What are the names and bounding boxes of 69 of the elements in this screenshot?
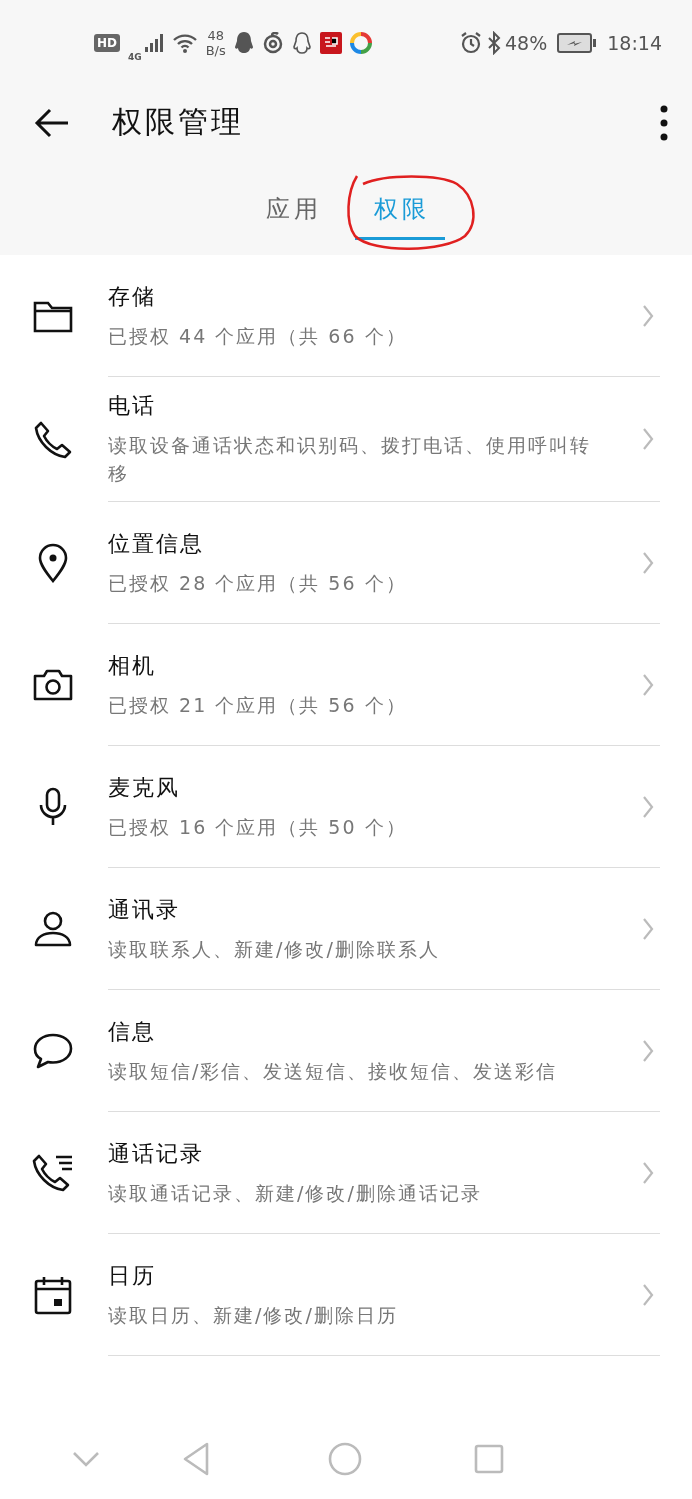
permission-item[interactable]: 日历 读取日历、新建/修改/删除日历: [0, 1234, 692, 1356]
camera-icon: [33, 668, 73, 702]
permission-item[interactable]: 相机 已授权 21 个应用（共 56 个）: [0, 624, 692, 746]
speed-unit: B/s: [205, 42, 226, 58]
ring-app-icon: [349, 31, 372, 54]
permission-detail: 读取通话记录、新建/修改/删除通话记录: [108, 1180, 483, 1206]
collapse-button[interactable]: [72, 1451, 100, 1467]
phone-list-icon: [32, 1153, 74, 1193]
penguin-icon: [233, 30, 254, 55]
permission-item[interactable]: 通讯录 读取联系人、新建/修改/删除联系人: [0, 868, 692, 990]
chevron-right-icon: [642, 916, 654, 941]
calendar-icon: [34, 1275, 72, 1315]
permission-item[interactable]: 信息 读取短信/彩信、发送短信、接收短信、发送彩信: [0, 990, 692, 1112]
home-button[interactable]: [328, 1442, 362, 1476]
location-pin-icon: [37, 543, 69, 583]
alarm-icon: [459, 30, 483, 55]
clock-time: 18:14: [607, 31, 662, 54]
chevron-right-icon: [642, 672, 654, 697]
battery-icon: [557, 32, 598, 53]
swirl-icon: [261, 31, 284, 54]
permission-item[interactable]: 麦克风 已授权 16 个应用（共 50 个）: [0, 746, 692, 868]
phone-icon: [33, 419, 73, 460]
back-button[interactable]: [182, 1442, 210, 1476]
bluetooth-icon: [487, 30, 501, 55]
back-arrow-icon[interactable]: [34, 106, 70, 139]
permission-detail: 已授权 28 个应用（共 56 个）: [108, 570, 408, 596]
permission-detail: 读取设备通话状态和识别码、拨打电话、使用呼叫转移: [108, 433, 592, 486]
permission-title: 通讯录: [108, 895, 181, 924]
speech-bubble-icon: [33, 1032, 73, 1070]
recents-button[interactable]: [474, 1444, 504, 1474]
speed-value: 48: [207, 27, 224, 43]
permission-item[interactable]: 电话 读取设备通话状态和识别码、拨打电话、使用呼叫转移: [0, 377, 692, 502]
chevron-right-icon: [642, 550, 654, 575]
app-icon: [319, 31, 342, 54]
permission-detail: 已授权 16 个应用（共 50 个）: [108, 814, 408, 840]
permission-title: 麦克风: [108, 773, 181, 802]
permission-detail: 已授权 44 个应用（共 66 个）: [108, 323, 408, 349]
more-menu-button[interactable]: [660, 104, 668, 141]
chevron-right-icon: [642, 303, 654, 328]
permission-item[interactable]: 通话记录 读取通话记录、新建/修改/删除通话记录: [0, 1112, 692, 1234]
permission-detail: 读取日历、新建/修改/删除日历: [108, 1302, 399, 1328]
permission-title: 日历: [108, 1261, 157, 1290]
folder-icon: [33, 299, 73, 333]
chevron-right-icon: [642, 1282, 654, 1307]
chevron-right-icon: [642, 1160, 654, 1185]
penguin-outline-icon: [291, 30, 312, 55]
permission-title: 信息: [108, 1017, 157, 1046]
network-type: 4G: [128, 51, 142, 62]
chevron-right-icon: [642, 427, 654, 451]
permission-detail: 读取联系人、新建/修改/删除联系人: [108, 936, 441, 962]
tab[interactable]: 应用: [247, 180, 337, 240]
permission-title: 存储: [108, 282, 157, 311]
battery-percent: 48%: [505, 31, 548, 54]
permission-item[interactable]: 存储 已授权 44 个应用（共 66 个）: [0, 255, 692, 377]
hd-icon: HD: [94, 33, 120, 52]
chevron-right-icon: [642, 794, 654, 819]
microphone-icon: [38, 787, 68, 827]
signal-icon: [143, 32, 164, 53]
permission-detail: 已授权 21 个应用（共 56 个）: [108, 692, 408, 718]
permission-detail: 读取短信/彩信、发送短信、接收短信、发送彩信: [108, 1058, 559, 1084]
chevron-right-icon: [642, 1038, 654, 1063]
permission-title: 位置信息: [108, 529, 205, 558]
permission-item[interactable]: 位置信息 已授权 28 个应用（共 56 个）: [0, 502, 692, 624]
person-icon: [34, 910, 72, 948]
wifi-icon: [171, 32, 198, 53]
permission-title: 通话记录: [108, 1139, 205, 1168]
window-title: 权限管理: [112, 103, 244, 141]
permission-title: 相机: [108, 651, 157, 680]
permission-title: 电话: [108, 392, 157, 420]
